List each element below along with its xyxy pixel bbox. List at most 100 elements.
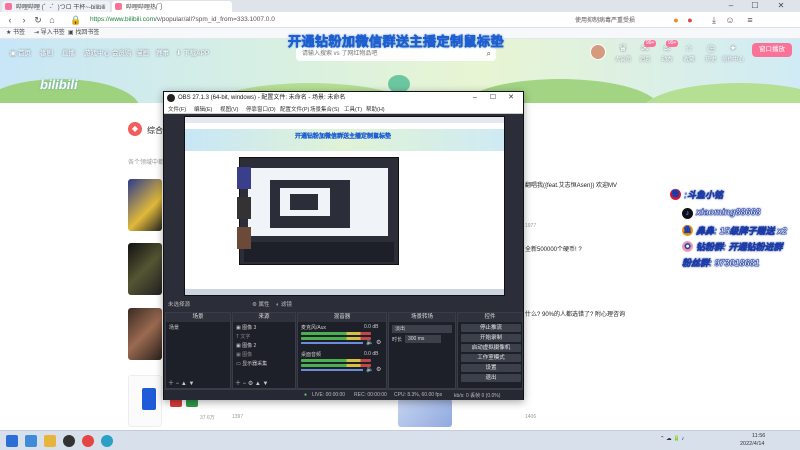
virtual-camera-button[interactable]: 启动虚拟摄像机 [461, 344, 521, 352]
header-history-label: 历史 [705, 57, 717, 63]
speaker-icon[interactable]: 🔈 [366, 366, 373, 373]
extension-icon[interactable]: ● [684, 14, 696, 26]
tab-bilibili-home[interactable]: 哔哩哔哩 (゜-゜)つロ 干杯~-bilibili [2, 1, 110, 12]
lock-icon: 🔒 [70, 15, 82, 25]
exit-button[interactable]: 退出 [461, 374, 521, 382]
source-toolbar: 未选择源 ⚙ 属性 ◐ 滤镜 [164, 298, 523, 310]
menu-help[interactable]: 帮助(H) [366, 105, 385, 113]
source-item[interactable]: ▣ 图像 [236, 351, 252, 358]
tray-icons[interactable]: ⌃ ☁ 🔋 ♪ [660, 436, 684, 442]
video-thumbnail[interactable] [398, 399, 452, 427]
menu-scene-collection[interactable]: 场景集合(S) [310, 105, 339, 113]
nav-manga[interactable]: 漫画 [136, 47, 149, 57]
nav-live[interactable]: 直播 [62, 47, 75, 57]
tab-bilibili-popular[interactable]: 哔哩哔哩热门 [112, 1, 232, 12]
upload-button[interactable]: 窗口播放 [752, 43, 792, 57]
obs-menu-bar: 文件(F) 编辑(E) 视图(V) 停靠窗口(D) 配置文件(P) 场景集合(S… [164, 104, 523, 114]
fire-icon: ◆ [128, 122, 142, 136]
social-diamond-group: ◉ 钻粉群: 开通钻粉进群 [682, 240, 783, 253]
menu-profile[interactable]: 配置文件(P) [280, 105, 309, 113]
stop-streaming-button[interactable]: 停止推流 [461, 324, 521, 332]
maximize-icon[interactable]: ☐ [744, 0, 766, 12]
video-thumbnail[interactable] [128, 308, 162, 360]
menu-view[interactable]: 视图(V) [220, 105, 238, 113]
source-toolbar[interactable]: ＋ − ⚙ ▲ ▼ [235, 378, 268, 387]
pig-icon: ◉ [682, 241, 693, 252]
refresh-icon[interactable]: ↻ [32, 14, 44, 26]
clock-date[interactable]: 2022/4/14 [740, 441, 764, 447]
volume-slider[interactable] [301, 369, 363, 371]
obs-title-bar[interactable]: OBS 27.1.3 (64-bit, windows) - 配置文件: 未命名… [164, 92, 523, 104]
menu-file[interactable]: 文件(F) [168, 105, 186, 113]
menu-edit[interactable]: 编辑(E) [194, 105, 212, 113]
video-thumbnail[interactable] [128, 243, 162, 295]
source-item[interactable]: ▣ 图像 2 [236, 342, 256, 349]
properties-button[interactable]: ⚙ 属性 [252, 300, 269, 308]
close-icon[interactable]: ✕ [503, 92, 519, 104]
video-title[interactable]: 翻唱我({feat.艾志恒Asen}) 欢迎MV [525, 180, 617, 189]
minimize-icon[interactable]: – [720, 0, 742, 12]
nav-anime[interactable]: 番剧 [40, 47, 53, 57]
speaker-icon[interactable]: 🔈 [366, 339, 373, 346]
bookmark-item[interactable]: ⇥ 导入书签 [34, 29, 65, 38]
downloads-icon[interactable]: ⤓ [708, 14, 720, 26]
folder-icon[interactable] [44, 435, 56, 447]
video-thumbnail[interactable] [128, 375, 162, 427]
filters-button[interactable]: ◐ 滤镜 [276, 300, 292, 308]
close-icon[interactable]: ✕ [770, 0, 792, 12]
forward-icon[interactable]: › [18, 14, 30, 26]
bulb-icon[interactable]: ✦ [726, 43, 740, 54]
back-icon[interactable]: ‹ [4, 14, 16, 26]
settings-button[interactable]: 设置 [461, 364, 521, 372]
header-favorites-label: 收藏 [683, 57, 695, 63]
bookmark-item[interactable]: ★ 书签 [6, 29, 25, 38]
studio-mode-button[interactable]: 工作室模式 [461, 354, 521, 362]
clock-icon[interactable]: ◷ [704, 43, 718, 54]
scene-toolbar[interactable]: ＋ − ▲ ▼ [168, 378, 194, 387]
mail-icon[interactable] [25, 435, 37, 447]
home-icon[interactable]: ⌂ [46, 14, 58, 26]
nav-mall[interactable]: 会员购 [112, 47, 132, 57]
windows-icon[interactable] [6, 435, 18, 447]
scene-item[interactable]: 场景 [169, 324, 179, 331]
crown-icon[interactable]: ♛ [616, 43, 630, 54]
nav-game-center[interactable]: 游戏中心 [84, 47, 110, 57]
source-item[interactable]: T 文字 [236, 333, 250, 340]
menu-icon[interactable]: ≡ [744, 14, 756, 26]
maximize-icon[interactable]: ☐ [485, 92, 501, 104]
obs-preview[interactable]: 开通钻粉加微信群送主播定制鼠标垫 [184, 116, 505, 296]
account-icon[interactable]: ☺ [724, 14, 736, 26]
video-title[interactable]: 什么? 90%的人都选错了? 附心理咨询 [525, 309, 625, 318]
video-title[interactable]: 全新500000个硬币! ? [525, 244, 582, 253]
volume-slider[interactable] [301, 342, 363, 344]
bookmark-item[interactable]: ▣ 找回书签 [68, 29, 99, 38]
source-item[interactable]: ▭ 显示器采集 [236, 360, 267, 367]
duration-label: 时长 [392, 337, 403, 343]
social-fan-group: 粉丝群: 973018681 [682, 258, 760, 268]
gear-icon[interactable]: ⚙ [376, 366, 381, 373]
menu-tools[interactable]: 工具(T) [344, 105, 362, 113]
source-item[interactable]: ▣ 图像 3 [236, 324, 256, 331]
clock-time[interactable]: 11:56 [752, 433, 765, 439]
nav-download-app[interactable]: ⬇ 下载APP [176, 47, 209, 57]
star-icon[interactable]: ☆ [682, 43, 696, 54]
gear-icon[interactable]: ⚙ [376, 339, 381, 346]
minimize-icon[interactable]: – [467, 92, 483, 104]
browser-icon[interactable] [101, 435, 113, 447]
avatar[interactable] [590, 44, 606, 60]
menu-docks[interactable]: 停靠窗口(D) [246, 105, 276, 113]
nav-esports[interactable]: 赛事 [156, 47, 169, 57]
nav-home[interactable]: ▣ 首页 [10, 47, 31, 57]
transition-select[interactable]: 淡出 [392, 325, 452, 333]
mixer-channel-name: 麦克风/Aux [301, 325, 327, 331]
duration-input[interactable]: 300 ms [405, 335, 441, 343]
weibo-icon[interactable] [82, 435, 94, 447]
fish-icon: 鱼 [682, 225, 693, 236]
obs-icon[interactable] [63, 435, 75, 447]
start-recording-button[interactable]: 开始录制 [461, 334, 521, 342]
video-thumbnail[interactable] [128, 179, 162, 231]
transitions-dock: 场景转场 淡出 时长 300 ms [388, 312, 456, 389]
cpu-fps: CPU: 8.3%, 60.00 fps [394, 392, 443, 398]
extension-icon[interactable]: ● [670, 14, 682, 26]
url-field[interactable]: https://www.bilibili.com/v/popular/all?s… [90, 14, 510, 26]
